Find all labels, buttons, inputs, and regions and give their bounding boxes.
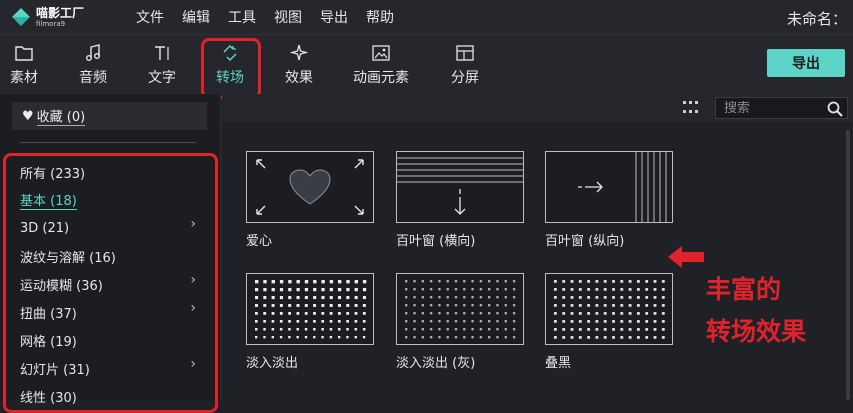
transition-thumb-heart[interactable] (246, 151, 374, 223)
tab-audio[interactable]: 音频 (79, 43, 107, 87)
grid-view-icon[interactable] (683, 101, 699, 115)
split-screen-icon (456, 43, 474, 63)
tab-split-screen[interactable]: 分屏 (451, 43, 479, 87)
tab-media[interactable]: 素材 (10, 43, 38, 87)
annotation-line-2: 转场效果 (706, 317, 807, 346)
transition-thumb-blinds-vertical[interactable] (545, 151, 673, 223)
annotation-line-1: 丰富的 (706, 275, 782, 304)
transition-library: 爱心 百叶窗 (横向) 百叶窗 (纵向) 淡入淡出 淡入淡出 (灰) 叠黑 (222, 94, 853, 400)
dip-to-black-preview (554, 280, 665, 339)
menu-help[interactable]: 帮助 (366, 7, 394, 27)
transition-label: 叠黑 (545, 356, 572, 371)
menu-bar: 喵影工厂 filmora9 文件 编辑 工具 视图 导出 帮助 未命名： (0, 0, 853, 34)
search-input[interactable] (724, 100, 824, 116)
transition-label: 爱心 (246, 234, 273, 249)
library-header (222, 94, 853, 122)
favorites-item[interactable]: ♥ 收藏 (0) (12, 102, 207, 130)
app-logo: 喵影工厂 filmora9 (12, 7, 122, 28)
tab-split-screen-label: 分屏 (451, 70, 479, 86)
tab-text[interactable]: 文字 (148, 43, 176, 87)
menu-tools[interactable]: 工具 (228, 7, 256, 27)
transition-label: 淡入淡出 (灰) (396, 356, 476, 371)
transition-thumb-fade-gray[interactable] (396, 273, 524, 345)
main-menu: 文件 编辑 工具 视图 导出 帮助 (136, 7, 412, 27)
transition-label: 淡入淡出 (246, 356, 299, 371)
transition-thumb-blinds-horizontal[interactable] (396, 151, 524, 223)
transition-tab-highlight (201, 38, 261, 99)
tab-text-label: 文字 (148, 70, 176, 86)
heart-icon: ♥ (22, 108, 34, 124)
transition-label: 百叶窗 (纵向) (545, 234, 625, 249)
tab-media-label: 素材 (10, 70, 38, 86)
folder-icon (15, 43, 33, 63)
red-arrow-icon (668, 246, 704, 268)
heart-transition-preview (256, 159, 364, 215)
logo-name: 喵影工厂 (36, 5, 85, 20)
transition-thumb-dip-to-black[interactable] (545, 273, 673, 345)
tool-bar: 素材 音频 文字 转场 效果 动画元素 分屏 (0, 34, 853, 94)
search-box (715, 97, 848, 119)
text-icon (153, 43, 171, 63)
sidebar-divider (20, 142, 196, 143)
category-list-highlight (3, 153, 218, 413)
tab-audio-label: 音频 (79, 70, 107, 86)
document-title: 未命名： (786, 10, 847, 28)
tab-elements[interactable]: 动画元素 (353, 43, 409, 87)
blinds-horizontal-preview (397, 157, 523, 215)
tab-effects[interactable]: 效果 (285, 43, 313, 87)
tab-elements-label: 动画元素 (353, 70, 409, 86)
library-scrollbar[interactable] (846, 130, 850, 400)
music-note-icon (85, 43, 101, 63)
search-icon[interactable] (827, 101, 843, 121)
menu-view[interactable]: 视图 (274, 7, 302, 27)
transition-thumb-fade[interactable] (246, 273, 374, 345)
sparkle-icon (290, 43, 308, 63)
menu-file[interactable]: 文件 (136, 7, 164, 27)
export-button[interactable]: 导出 (767, 49, 845, 77)
image-icon (372, 43, 390, 63)
menu-export[interactable]: 导出 (320, 7, 348, 27)
favorites-label: 收藏 (0) (36, 106, 86, 126)
transition-label: 百叶窗 (横向) (396, 234, 476, 249)
menu-edit[interactable]: 编辑 (182, 7, 210, 27)
blinds-vertical-preview (578, 152, 667, 222)
fade-preview (255, 280, 367, 339)
logo-icon (12, 8, 30, 26)
fade-gray-preview (405, 280, 516, 339)
tab-effects-label: 效果 (285, 70, 313, 86)
logo-subname: filmora9 (36, 19, 66, 28)
